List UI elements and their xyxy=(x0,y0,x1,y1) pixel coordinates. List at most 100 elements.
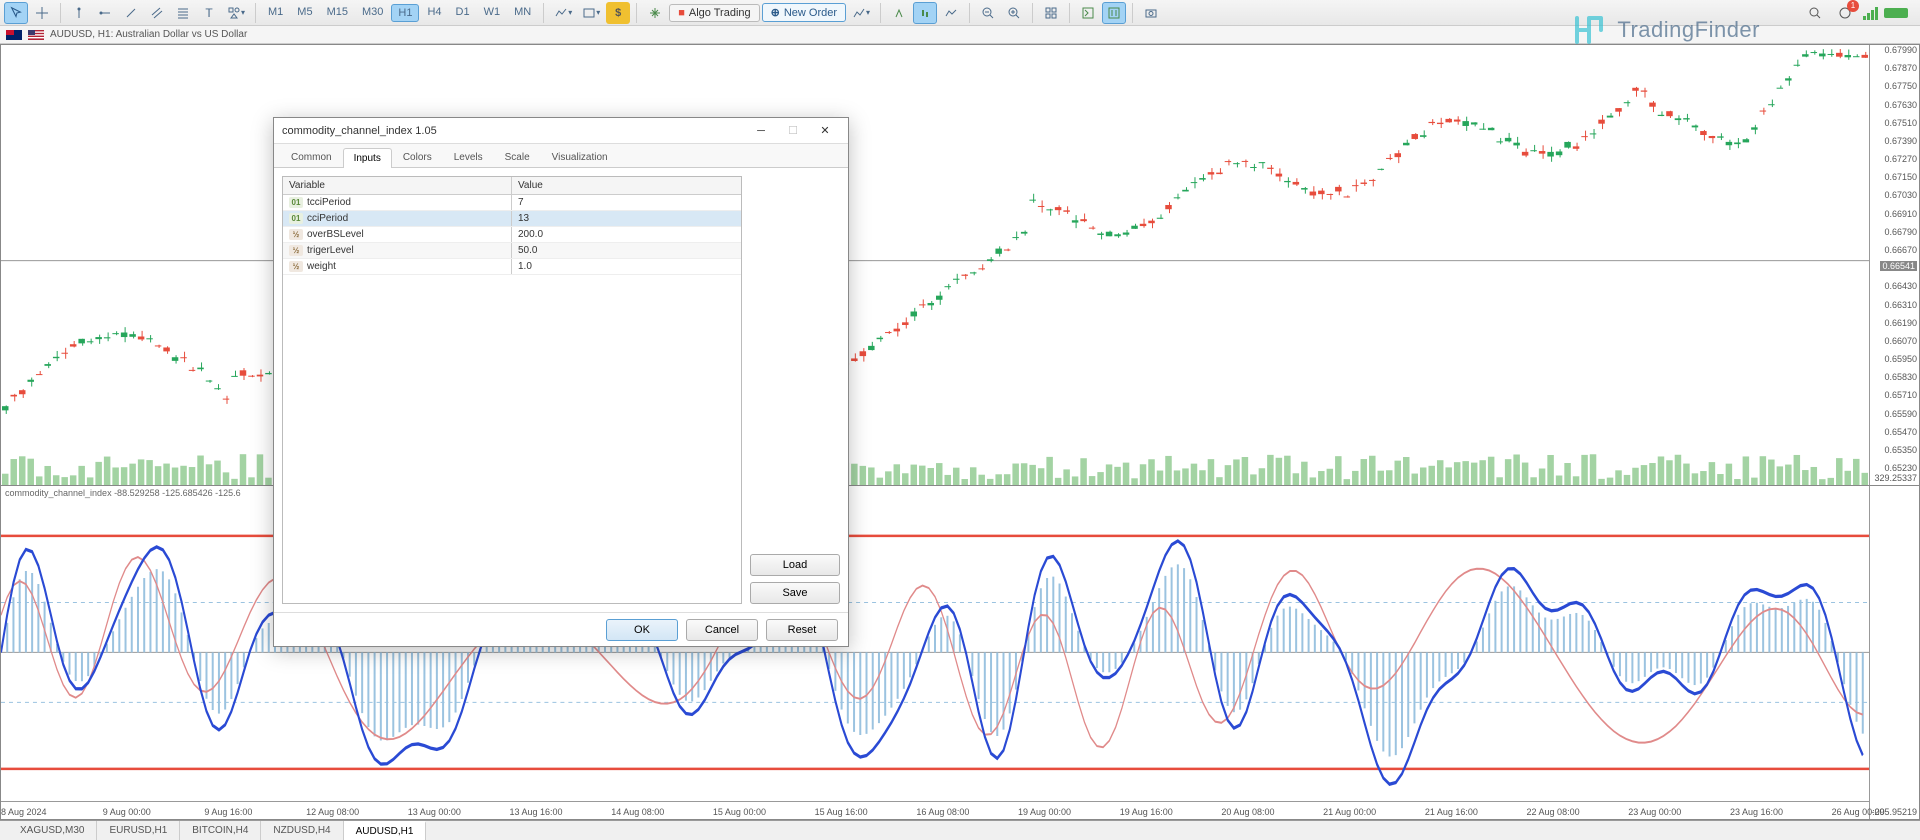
algo-trading-label: Algo Trading xyxy=(689,7,751,19)
maximize-button[interactable]: ☐ xyxy=(778,120,808,142)
channel-tool[interactable] xyxy=(145,2,169,24)
shapes-dropdown[interactable]: ▾ xyxy=(223,4,249,22)
candle-icon[interactable] xyxy=(913,2,937,24)
fibo-tool[interactable] xyxy=(171,2,195,24)
algo-trading-button[interactable]: ■Algo Trading xyxy=(669,4,759,22)
trendline-tool[interactable] xyxy=(119,2,143,24)
variable-value[interactable]: 200.0 xyxy=(512,227,741,242)
cursor-tool[interactable] xyxy=(4,2,28,24)
variable-value[interactable]: 1.0 xyxy=(512,259,741,274)
dialog-tabs: CommonInputsColorsLevelsScaleVisualizati… xyxy=(274,144,848,168)
search-icon[interactable] xyxy=(1803,2,1827,24)
time-tick: 16 Aug 08:00 xyxy=(916,807,969,817)
time-tick: 23 Aug 00:00 xyxy=(1628,807,1681,817)
price-tick: 0.67510 xyxy=(1884,118,1917,128)
connection-signal-icon xyxy=(1863,6,1878,20)
variable-value[interactable]: 7 xyxy=(512,195,741,210)
dollar-icon[interactable]: $ xyxy=(606,2,630,24)
dialog-tab-colors[interactable]: Colors xyxy=(392,147,443,167)
timeframe-m15[interactable]: M15 xyxy=(321,4,354,22)
price-tick: 0.65710 xyxy=(1884,390,1917,400)
dialog-tab-common[interactable]: Common xyxy=(280,147,343,167)
strategy-play-icon[interactable] xyxy=(1076,2,1100,24)
input-row[interactable]: ½weight1.0 xyxy=(283,259,741,275)
timeframe-h1[interactable]: H1 xyxy=(391,4,419,22)
chart-title-text: AUDUSD, H1: Australian Dollar vs US Doll… xyxy=(50,29,247,40)
chart-tab[interactable]: NZDUSD,H4 xyxy=(261,821,343,840)
chart-tab[interactable]: AUDUSD,H1 xyxy=(344,821,427,840)
time-tick: 8 Aug 2024 xyxy=(1,807,47,817)
input-row[interactable]: ½overBSLevel200.0 xyxy=(283,227,741,243)
timeframe-m30[interactable]: M30 xyxy=(356,4,389,22)
price-tick: 0.65470 xyxy=(1884,427,1917,437)
chart-style-dropdown[interactable]: ▾ xyxy=(550,4,576,22)
save-button[interactable]: Save xyxy=(750,582,840,604)
input-row[interactable]: ½trigerLevel50.0 xyxy=(283,243,741,259)
dialog-tab-visualization[interactable]: Visualization xyxy=(541,147,619,167)
timeframe-h4[interactable]: H4 xyxy=(421,4,447,22)
connection-status-icon xyxy=(1884,8,1908,18)
cancel-button[interactable]: Cancel xyxy=(686,619,758,641)
price-tick: 0.66910 xyxy=(1884,209,1917,219)
line-chart-icon[interactable] xyxy=(939,2,963,24)
ok-button[interactable]: OK xyxy=(606,619,678,641)
separator xyxy=(1069,3,1070,23)
notifications-icon[interactable]: 1 xyxy=(1833,2,1857,24)
new-order-button[interactable]: ⊕New Order xyxy=(762,3,846,22)
dialog-tab-levels[interactable]: Levels xyxy=(443,147,494,167)
templates-dropdown[interactable]: ▾ xyxy=(578,4,604,22)
screenshot-icon[interactable] xyxy=(1139,2,1163,24)
price-tick: 0.65350 xyxy=(1884,445,1917,455)
current-price-label: 0.66541 xyxy=(1880,261,1917,271)
vline-tool[interactable] xyxy=(67,2,91,24)
price-tick: 0.65950 xyxy=(1884,354,1917,364)
timeframe-w1[interactable]: W1 xyxy=(478,4,507,22)
time-tick: 21 Aug 00:00 xyxy=(1323,807,1376,817)
timeframe-mn[interactable]: MN xyxy=(508,4,537,22)
column-header-value[interactable]: Value xyxy=(512,177,741,194)
variable-value[interactable]: 50.0 xyxy=(512,243,741,258)
tile-windows-icon[interactable] xyxy=(1039,2,1063,24)
dialog-titlebar[interactable]: commodity_channel_index 1.05 ─ ☐ ✕ xyxy=(274,118,848,144)
timeframe-m1[interactable]: M1 xyxy=(262,4,289,22)
chart-title-bar: AUDUSD, H1: Australian Dollar vs US Doll… xyxy=(0,26,1920,44)
dialog-tab-inputs[interactable]: Inputs xyxy=(343,148,392,168)
chart-tab[interactable]: BITCOIN,H4 xyxy=(180,821,261,840)
separator xyxy=(1032,3,1033,23)
time-tick: 19 Aug 16:00 xyxy=(1120,807,1173,817)
separator xyxy=(880,3,881,23)
minimize-button[interactable]: ─ xyxy=(746,120,776,142)
time-tick: 15 Aug 16:00 xyxy=(815,807,868,817)
hline-tool[interactable] xyxy=(93,2,117,24)
dialog-tab-scale[interactable]: Scale xyxy=(494,147,541,167)
close-button[interactable]: ✕ xyxy=(810,120,840,142)
time-tick: 19 Aug 00:00 xyxy=(1018,807,1071,817)
chart-tab[interactable]: XAGUSD,M30 xyxy=(8,821,97,840)
price-tick: 0.67270 xyxy=(1884,154,1917,164)
crosshair-tool[interactable] xyxy=(30,2,54,24)
variable-value[interactable]: 13 xyxy=(512,211,741,226)
zoom-in-icon[interactable] xyxy=(1002,2,1026,24)
indicator-icon[interactable] xyxy=(643,2,667,24)
price-y-axis: 0.679900.678700.677500.676300.675100.673… xyxy=(1869,45,1919,485)
shift-chart-icon[interactable] xyxy=(887,2,911,24)
timeframe-d1[interactable]: D1 xyxy=(450,4,476,22)
input-row[interactable]: 01cciPeriod13 xyxy=(283,211,741,227)
time-tick: 15 Aug 00:00 xyxy=(713,807,766,817)
timeframe-m5[interactable]: M5 xyxy=(291,4,318,22)
price-tick: 0.67630 xyxy=(1884,100,1917,110)
column-header-variable[interactable]: Variable xyxy=(283,177,512,194)
time-tick: 26 Aug 00:00 xyxy=(1832,807,1885,817)
separator xyxy=(60,3,61,23)
text-tool[interactable]: T xyxy=(197,2,221,24)
separator xyxy=(969,3,970,23)
inputs-table[interactable]: Variable Value 01tcciPeriod701cciPeriod1… xyxy=(282,176,742,604)
order-type-dropdown[interactable]: ▾ xyxy=(848,4,874,22)
strategy-active-icon[interactable] xyxy=(1102,2,1126,24)
price-tick: 0.67990 xyxy=(1884,45,1917,55)
chart-tab[interactable]: EURUSD,H1 xyxy=(97,821,180,840)
load-button[interactable]: Load xyxy=(750,554,840,576)
input-row[interactable]: 01tcciPeriod7 xyxy=(283,195,741,211)
reset-button[interactable]: Reset xyxy=(766,619,838,641)
zoom-out-icon[interactable] xyxy=(976,2,1000,24)
